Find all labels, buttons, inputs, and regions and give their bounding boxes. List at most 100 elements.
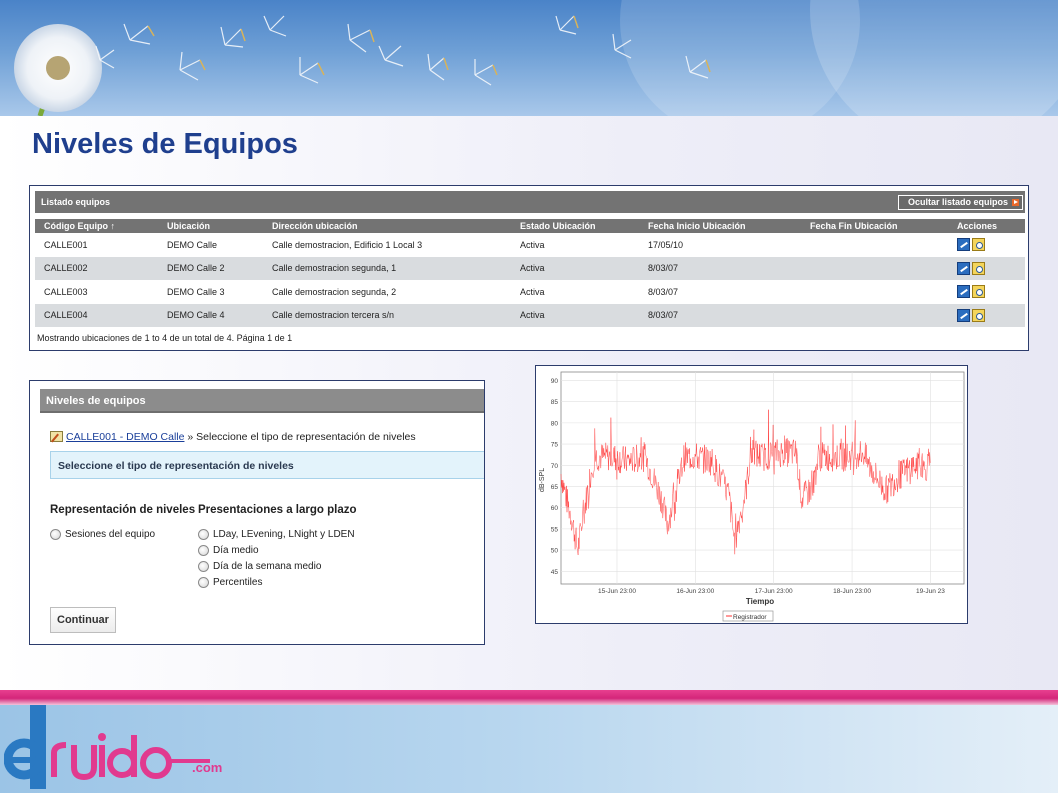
noise-chart: 45 50 55 60 65 70 75 80 85 90 15-Jun 23:00 16-Jun … [539, 371, 965, 622]
radio-label: Sesiones del equipo [65, 529, 156, 540]
cell-fecha-fin [801, 256, 948, 280]
y-tick-label: 75 [551, 442, 559, 449]
radio-percentiles[interactable]: Percentiles [198, 577, 262, 588]
chart-icon[interactable] [957, 261, 970, 275]
cell-estado: Activa [520, 239, 545, 250]
cell-fecha-inicio: 8/03/07 [639, 256, 801, 280]
cell-fecha-inicio: 8/03/07 [648, 286, 679, 297]
hide-button-label: Ocultar listado equipos [907, 197, 1008, 207]
cell-estado: Activa [520, 286, 545, 297]
search-levels-icon[interactable] [972, 261, 985, 275]
cell-ubicacion: DEMO Calle 2 [158, 256, 263, 280]
x-tick-label: 15-Jun 23:00 [598, 588, 636, 595]
noise-chart-panel: 45 50 55 60 65 70 75 80 85 90 15-Jun 23:00 16-Jun … [535, 365, 968, 624]
y-axis-label: dB-SPL [539, 468, 546, 492]
cell-fecha-inicio: 17/05/10 [648, 239, 684, 250]
long-term-header: Presentaciones a largo plazo [198, 504, 357, 516]
chart-icon[interactable] [957, 308, 970, 322]
column-header-acciones: Acciones [948, 219, 1025, 233]
hide-equipment-list-button[interactable]: Ocultar listado equipos [897, 195, 1023, 210]
cell-acciones [948, 233, 1025, 257]
logo-domain: .com [192, 760, 222, 775]
representation-header: Representación de niveles [50, 504, 196, 516]
column-header-estado[interactable]: Estado Ubicación [511, 219, 639, 233]
cell-estado: Activa [511, 303, 639, 327]
breadcrumb-current: Seleccione el tipo de representación de … [196, 431, 416, 443]
dandelion-graphic [14, 0, 1058, 116]
radio-button-icon[interactable] [198, 545, 209, 556]
radio-sesiones[interactable]: Sesiones del equipo [50, 529, 155, 540]
column-header-ubicacion[interactable]: Ubicación [158, 219, 263, 233]
cell-acciones [948, 303, 1025, 327]
info-bar: Seleccione el tipo de representación de … [50, 451, 484, 479]
elruido-logo: .com [4, 705, 222, 789]
cell-direccion: Calle demostracion, Edificio 1 Local 3 [272, 239, 423, 250]
page-title: Niveles de Equipos [32, 128, 298, 160]
equipment-table: Código Equipo ↑ Ubicación Dirección ubic… [35, 219, 1025, 327]
cell-ubicacion: DEMO Calle 4 [158, 303, 263, 327]
chart-icon[interactable] [957, 285, 970, 299]
cell-acciones [948, 256, 1025, 280]
table-row: CALLE001 DEMO Calle Calle demostracion, … [35, 233, 1025, 257]
y-tick-label: 60 [551, 505, 559, 512]
cell-codigo: CALLE001 [44, 239, 88, 250]
equipment-list-title: Listado equipos [41, 197, 111, 207]
table-header-row: Código Equipo ↑ Ubicación Dirección ubic… [35, 219, 1025, 233]
breadcrumb: CALLE001 - DEMO Calle » Seleccione el ti… [50, 431, 416, 443]
radio-dia-semana[interactable]: Día de la semana medio [198, 561, 321, 572]
cell-direccion: Calle demostracion segunda, 2 [272, 286, 397, 297]
x-tick-label: 17-Jun 23:00 [755, 588, 793, 595]
search-levels-icon[interactable] [972, 238, 985, 252]
y-tick-label: 65 [551, 484, 559, 491]
breadcrumb-link[interactable]: CALLE001 - DEMO Calle [66, 431, 184, 443]
levels-panel-title: Niveles de equipos [46, 395, 146, 407]
radio-button-icon[interactable] [198, 529, 209, 540]
column-header-fecha-inicio[interactable]: Fecha Inicio Ubicación [639, 219, 801, 233]
info-bar-text: Seleccione el tipo de representación de … [58, 460, 294, 472]
cell-fecha-fin [801, 233, 948, 257]
cell-estado: Activa [511, 256, 639, 280]
x-axis-label: Tiempo [746, 597, 774, 606]
arrow-right-icon [1012, 199, 1019, 206]
cell-fecha-inicio: 8/03/07 [639, 303, 801, 327]
radio-label: Día de la semana medio [213, 561, 322, 572]
cell-codigo: CALLE004 [35, 303, 158, 327]
levels-panel: Niveles de equipos CALLE001 - DEMO Calle… [29, 380, 485, 645]
radio-label: LDay, LEvening, LNight y LDEN [213, 529, 355, 540]
cell-ubicacion: DEMO Calle 3 [167, 286, 225, 297]
table-row: CALLE004 DEMO Calle 4 Calle demostracion… [35, 303, 1025, 327]
radio-dia-medio[interactable]: Día medio [198, 545, 259, 556]
header-banner [0, 0, 1058, 116]
plot-area [560, 371, 965, 585]
x-tick-label: 16-Jun 23:00 [676, 588, 714, 595]
x-tick-label: 18-Jun 23:00 [833, 588, 871, 595]
search-levels-icon[interactable] [972, 285, 985, 299]
levels-panel-header: Niveles de equipos [40, 389, 484, 413]
column-header-direccion[interactable]: Dirección ubicación [263, 219, 511, 233]
radio-button-icon[interactable] [198, 561, 209, 572]
equipment-list-header: Listado equipos Ocultar listado equipos [35, 191, 1025, 213]
footer-stripe [0, 690, 1058, 705]
edit-icon [50, 431, 63, 442]
radio-lden[interactable]: LDay, LEvening, LNight y LDEN [198, 529, 355, 540]
continue-button[interactable]: Continuar [50, 607, 116, 633]
radio-label: Día medio [213, 545, 259, 556]
y-tick-label: 45 [551, 569, 559, 576]
y-tick-label: 90 [551, 378, 559, 385]
radio-button-icon[interactable] [50, 529, 61, 540]
search-levels-icon[interactable] [972, 308, 985, 322]
column-header-codigo[interactable]: Código Equipo ↑ [35, 219, 158, 233]
equipment-list-panel: Listado equipos Ocultar listado equipos … [29, 185, 1029, 351]
pagination-summary: Mostrando ubicaciones de 1 to 4 de un to… [37, 333, 293, 343]
cell-codigo: CALLE002 [35, 256, 158, 280]
y-tick-label: 85 [551, 399, 559, 406]
table-row: CALLE003 DEMO Calle 3 Calle demostracion… [35, 280, 1025, 304]
y-tick-label: 55 [551, 526, 559, 533]
legend-label: Registrador [733, 614, 767, 621]
breadcrumb-separator: » [187, 431, 194, 443]
table-row: CALLE002 DEMO Calle 2 Calle demostracion… [35, 256, 1025, 280]
chart-icon[interactable] [957, 238, 970, 252]
radio-button-icon[interactable] [198, 577, 209, 588]
column-header-fecha-fin[interactable]: Fecha Fin Ubicación [801, 219, 948, 233]
cell-fecha-fin [801, 280, 948, 304]
